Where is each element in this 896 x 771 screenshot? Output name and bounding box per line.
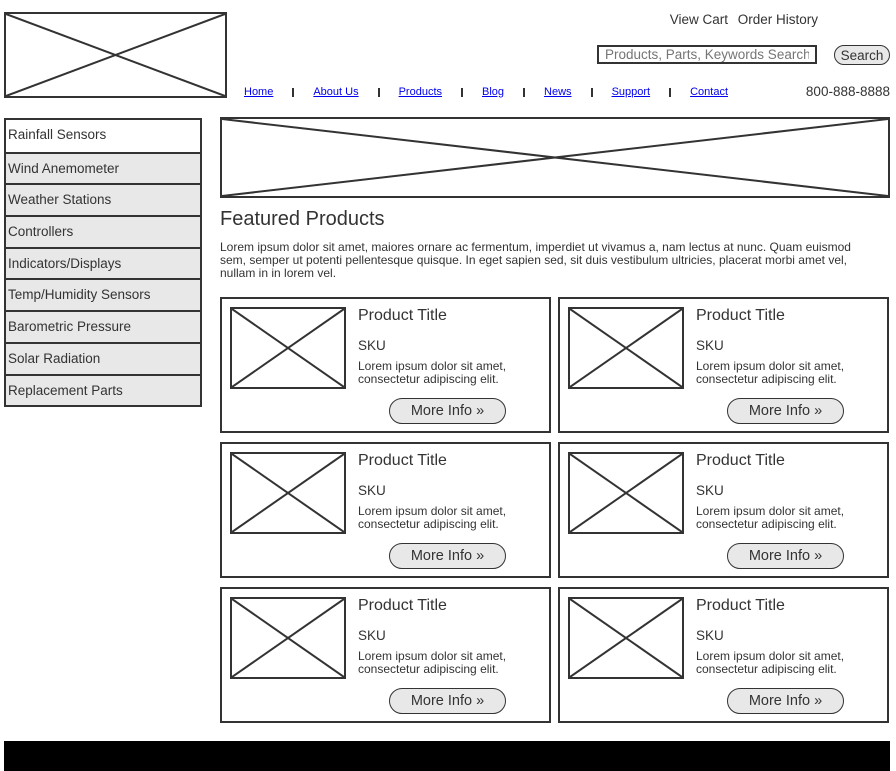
nav-divider: [523, 87, 526, 97]
product-description: Lorem ipsum dolor sit amet, consectetur a…: [696, 650, 844, 675]
product-title[interactable]: Product Title: [696, 597, 785, 615]
nav-about-us[interactable]: About Us: [313, 86, 358, 98]
product-sku: SKU: [358, 628, 386, 643]
product-description-line: Lorem ipsum dolor sit amet,: [696, 649, 845, 663]
sidebar-item-wind-anemometer[interactable]: Wind Anemometer: [6, 151, 200, 184]
sidebar-item-weather-stations[interactable]: Weather Stations: [6, 183, 200, 216]
nav-divider: [590, 87, 593, 97]
product-description: Lorem ipsum dolor sit amet, consectetur a…: [358, 505, 506, 530]
product-card: Product Title SKU Lorem ipsum dolor sit am…: [220, 442, 551, 578]
main-nav: Home About Us Products Blog News Support…: [244, 86, 728, 98]
featured-products-description: Lorem ipsum dolor sit amet, maiores orna…: [220, 240, 851, 280]
sidebar-item-solar-radiation[interactable]: Solar Radiation: [6, 341, 200, 374]
image-placeholder-icon: [232, 454, 344, 532]
nav-divider: [292, 87, 295, 97]
more-info-button[interactable]: More Info »: [727, 543, 844, 569]
product-card: Product Title SKU Lorem ipsum dolor sit am…: [220, 587, 551, 723]
product-description-line: consectetur adipiscing elit.: [358, 516, 499, 531]
product-title[interactable]: Product Title: [358, 307, 447, 325]
product-description-line: Lorem ipsum dolor sit amet,: [358, 649, 507, 663]
product-description-line: Lorem ipsum dolor sit amet,: [696, 359, 845, 373]
nav-products[interactable]: Products: [399, 86, 442, 98]
product-description-line: Lorem ipsum dolor sit amet,: [696, 504, 845, 518]
featured-products-heading: Featured Products: [220, 208, 385, 230]
product-description-line: consectetur adipiscing elit.: [696, 516, 837, 531]
product-card: Product Title SKU Lorem ipsum dolor sit am…: [558, 442, 889, 578]
more-info-button[interactable]: More Info »: [389, 688, 506, 714]
sidebar-item-replacement-parts[interactable]: Replacement Parts: [6, 373, 200, 406]
product-description-line: consectetur adipiscing elit.: [696, 661, 837, 676]
product-description: Lorem ipsum dolor sit amet, consectetur a…: [358, 360, 506, 385]
product-description-line: Lorem ipsum dolor sit amet,: [358, 504, 507, 518]
product-title[interactable]: Product Title: [696, 307, 785, 325]
product-description: Lorem ipsum dolor sit amet, consectetur a…: [696, 505, 844, 530]
product-sku: SKU: [696, 483, 724, 498]
product-title[interactable]: Product Title: [358, 452, 447, 470]
nav-blog[interactable]: Blog: [482, 86, 504, 98]
product-sku: SKU: [358, 338, 386, 353]
product-card: Product Title SKU Lorem ipsum dolor sit am…: [220, 297, 551, 433]
product-description-line: consectetur adipiscing elit.: [696, 371, 837, 386]
image-placeholder-icon: [6, 14, 225, 96]
product-description-line: consectetur adipiscing elit.: [358, 661, 499, 676]
product-image[interactable]: [568, 597, 684, 679]
more-info-button[interactable]: More Info »: [389, 398, 506, 424]
phone-number: 800-888-8888: [805, 84, 890, 99]
nav-contact[interactable]: Contact: [690, 86, 728, 98]
sidebar-item-temp-humidity-sensors[interactable]: Temp/Humidity Sensors: [6, 278, 200, 311]
product-description-line: Lorem ipsum dolor sit amet,: [358, 359, 507, 373]
hero-banner[interactable]: [220, 117, 890, 198]
product-sku: SKU: [696, 338, 724, 353]
logo-placeholder[interactable]: [4, 12, 227, 98]
product-card: Product Title SKU Lorem ipsum dolor sit am…: [558, 297, 889, 433]
product-image[interactable]: [230, 452, 346, 534]
more-info-button[interactable]: More Info »: [727, 398, 844, 424]
product-description: Lorem ipsum dolor sit amet, consectetur a…: [358, 650, 506, 675]
product-title[interactable]: Product Title: [358, 597, 447, 615]
order-history-link[interactable]: Order History: [738, 12, 818, 27]
product-description: Lorem ipsum dolor sit amet, consectetur a…: [696, 360, 844, 385]
product-description-line: consectetur adipiscing elit.: [358, 371, 499, 386]
sidebar-item-barometric-pressure[interactable]: Barometric Pressure: [6, 310, 200, 342]
more-info-button[interactable]: More Info »: [727, 688, 844, 714]
nav-home[interactable]: Home: [244, 86, 273, 98]
sidebar-item-controllers[interactable]: Controllers: [6, 215, 200, 247]
nav-divider: [669, 87, 672, 97]
view-cart-link[interactable]: View Cart: [670, 12, 728, 27]
product-sku: SKU: [358, 483, 386, 498]
image-placeholder-icon: [570, 309, 682, 387]
image-placeholder-icon: [570, 454, 682, 532]
image-placeholder-icon: [222, 119, 888, 196]
search-input[interactable]: [597, 45, 817, 64]
image-placeholder-icon: [570, 599, 682, 677]
image-placeholder-icon: [232, 309, 344, 387]
product-image[interactable]: [568, 307, 684, 389]
product-sku: SKU: [696, 628, 724, 643]
nav-divider: [377, 87, 380, 97]
nav-divider: [461, 87, 464, 97]
image-placeholder-icon: [232, 599, 344, 677]
category-sidebar: Rainfall Sensors Wind Anemometer Weather…: [4, 118, 202, 408]
search-button[interactable]: Search: [834, 45, 890, 65]
product-image[interactable]: [568, 452, 684, 534]
sidebar-item-rainfall-sensors[interactable]: Rainfall Sensors: [6, 120, 200, 152]
account-links: View Cart Order History: [664, 12, 818, 27]
sidebar-item-indicators-displays[interactable]: Indicators/Displays: [6, 246, 200, 279]
product-card: Product Title SKU Lorem ipsum dolor sit am…: [558, 587, 889, 723]
product-title[interactable]: Product Title: [696, 452, 785, 470]
nav-support[interactable]: Support: [612, 86, 651, 98]
product-image[interactable]: [230, 597, 346, 679]
nav-news[interactable]: News: [544, 86, 572, 98]
product-image[interactable]: [230, 307, 346, 389]
more-info-button[interactable]: More Info »: [389, 543, 506, 569]
